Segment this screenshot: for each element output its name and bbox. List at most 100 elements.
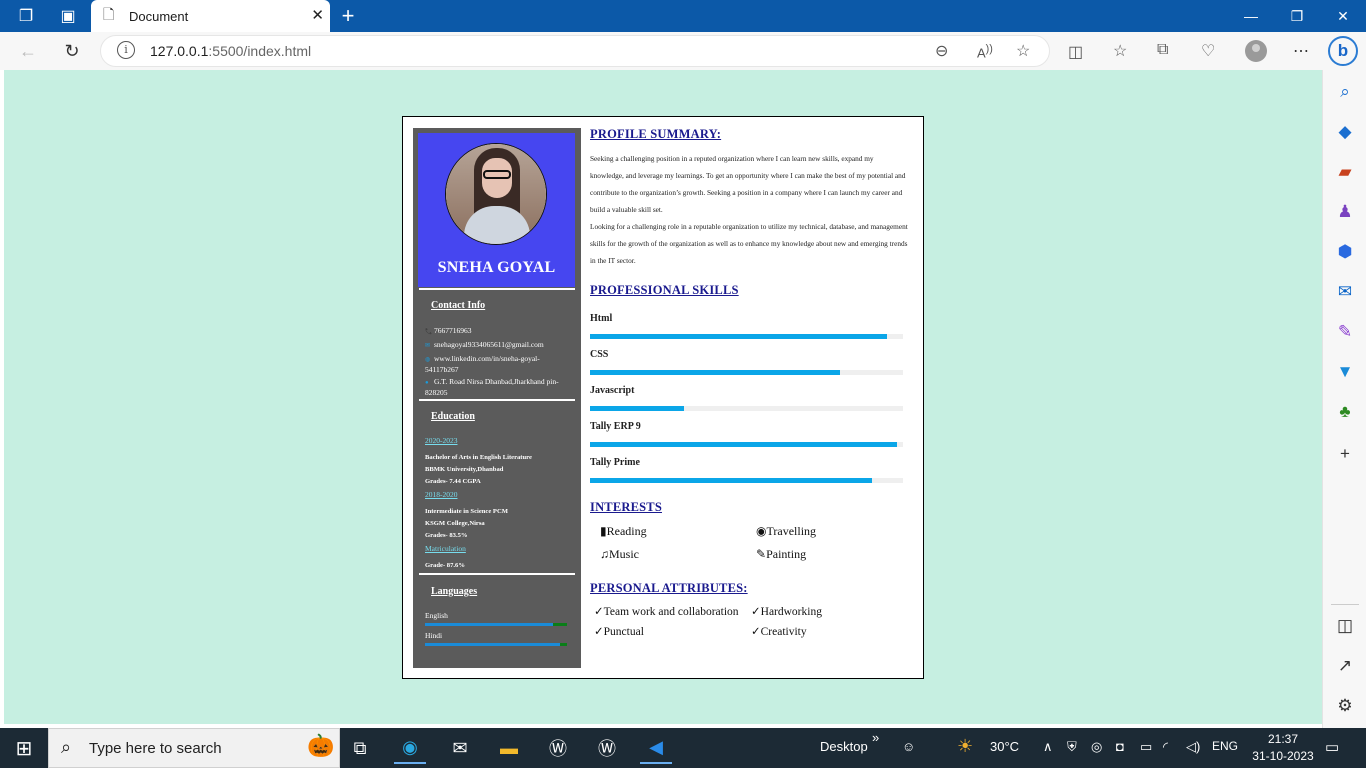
zoom-out-icon[interactable]: ⊖ — [935, 41, 948, 61]
interest-item: ▮Reading — [600, 524, 647, 538]
favorite-star-icon[interactable]: ☆ — [1016, 41, 1030, 61]
profile-header: SNEHA GOYAL — [418, 133, 575, 287]
split-screen-icon[interactable]: ◫ — [1068, 42, 1083, 62]
globe-icon: ◉ — [756, 524, 767, 538]
divider — [1331, 604, 1359, 605]
skill-name: Tally Prime — [590, 457, 640, 468]
url-text: 127.0.0.1:5500/index.html — [150, 43, 312, 59]
volume-icon[interactable]: ◁) — [1186, 739, 1200, 755]
wifi-icon[interactable]: ◜ — [1163, 739, 1168, 755]
tools-icon[interactable]: ▰ — [1333, 160, 1357, 184]
system-clock[interactable]: 21:37 31-10-2023 — [1248, 731, 1318, 765]
profile-photo — [445, 143, 547, 245]
taskbar-search[interactable]: ⌕ Type here to search 🎃 — [48, 728, 340, 768]
interest-item: ✎Painting — [756, 547, 807, 561]
desktop-label[interactable]: Desktop — [820, 739, 868, 754]
new-tab-button[interactable]: + — [336, 1, 360, 31]
mail-app-icon[interactable]: ✉ — [444, 732, 476, 764]
collections-icon[interactable]: ⧉ — [1157, 41, 1168, 59]
workspaces-icon[interactable]: ❐ — [10, 0, 42, 32]
pumpkin-icon: 🎃 — [307, 733, 335, 758]
phone-icon: 📞 — [425, 329, 433, 335]
people-icon[interactable]: ☺ — [902, 739, 915, 754]
back-arrow-icon[interactable]: ← — [13, 36, 43, 66]
resume-card: SNEHA GOYAL Contact Info 📞 7667716963 ✉ sn… — [402, 116, 924, 679]
site-info-icon[interactable]: i — [117, 41, 135, 59]
education-grade-3: Grade- 87.6% — [425, 562, 465, 569]
windows-start-icon[interactable]: ⊞ — [8, 732, 40, 764]
search-icon[interactable]: ⌕ — [1333, 80, 1357, 104]
wordpress-app-icon-2[interactable]: Ⓦ — [591, 732, 623, 764]
attribute-item: ✓Hardworking — [751, 606, 822, 618]
language-name: Hindi — [425, 631, 443, 640]
skill-bar — [590, 478, 903, 483]
more-menu-icon[interactable]: ⋯ — [1293, 41, 1309, 61]
read-aloud-icon[interactable]: A)) — [977, 43, 993, 60]
games-icon[interactable]: ♟ — [1333, 200, 1357, 224]
settings-gear-icon[interactable]: ⚙ — [1333, 694, 1357, 718]
tab-actions-icon[interactable]: ▣ — [52, 0, 84, 32]
chevron-icon[interactable]: » — [872, 730, 879, 745]
tab-title: Document — [129, 8, 189, 24]
battery-icon[interactable]: ▭ — [1140, 739, 1152, 755]
close-window-button[interactable]: ✕ — [1320, 0, 1366, 32]
shopping-tag-icon[interactable]: ◆ — [1333, 120, 1357, 144]
hide-sidebar-icon[interactable]: ◫ — [1333, 614, 1357, 638]
temperature[interactable]: 30°C — [990, 739, 1019, 754]
skill-bar — [590, 334, 903, 339]
refresh-icon[interactable]: ↻ — [57, 36, 87, 66]
address-bar[interactable]: i 127.0.0.1:5500/index.html ⊖ A)) ☆ — [100, 35, 1050, 67]
education-years-2[interactable]: 2018-2020 — [425, 490, 458, 499]
external-link-icon[interactable]: ↗ — [1333, 654, 1357, 678]
tree-icon[interactable]: ♣ — [1333, 400, 1357, 424]
profile-avatar[interactable] — [1245, 40, 1267, 62]
education-years-1[interactable]: 2020-2023 — [425, 436, 458, 445]
contact-address: ● G.T. Road Nirsa Dhanbad,Jharkhand pin-8… — [425, 377, 559, 397]
education-grade-1: Grades- 7.44 CGPA — [425, 478, 481, 485]
language-indicator[interactable]: ENG — [1212, 739, 1238, 753]
vscode-app-icon[interactable]: ◀ — [640, 732, 672, 764]
favorites-icon[interactable]: ☆ — [1113, 41, 1127, 61]
edge-sidebar: ⌕ ◆ ▰ ♟ ⬢ ✉ ✎ ▼ ♣ + ◫ ↗ ⚙ — [1322, 70, 1366, 728]
add-icon[interactable]: + — [1333, 442, 1357, 466]
designer-icon[interactable]: ✎ — [1333, 320, 1357, 344]
show-hidden-icon[interactable]: ∧ — [1043, 739, 1053, 755]
profile-summary-text: Seeking a challenging position in a repu… — [590, 154, 908, 265]
notifications-icon[interactable]: ▭ — [1325, 738, 1339, 756]
education-heading: Education — [431, 411, 475, 422]
resume-left-panel: SNEHA GOYAL Contact Info 📞 7667716963 ✉ sn… — [413, 128, 581, 668]
close-tab-icon[interactable]: ✕ — [311, 6, 324, 24]
education-years-3[interactable]: Matriculation — [425, 544, 466, 553]
browser-tab-bar: ❐ ▣ 🗋 Document ✕ + — ❐ ✕ — [0, 0, 1366, 32]
divider — [419, 573, 575, 575]
discord-icon[interactable]: ◎ — [1091, 739, 1102, 755]
security-icon[interactable]: ⛨ — [1067, 739, 1077, 755]
page-icon: 🗋 — [103, 6, 115, 22]
page-viewport: SNEHA GOYAL Contact Info 📞 7667716963 ✉ sn… — [4, 70, 1322, 724]
outlook-icon[interactable]: ✉ — [1333, 280, 1357, 304]
bing-copilot-icon[interactable]: b — [1328, 36, 1358, 66]
minimize-button[interactable]: — — [1228, 0, 1274, 32]
contact-linkedin: ◍ www.linkedin.com/in/sneha-goyal-54117b2… — [425, 354, 540, 374]
drop-icon[interactable]: ▼ — [1333, 360, 1357, 384]
language-bar — [425, 623, 567, 626]
file-explorer-icon[interactable]: ▬ — [493, 732, 525, 764]
attribute-item: ✓Team work and collaboration — [594, 606, 739, 618]
camera-icon[interactable]: ◘ — [1116, 739, 1124, 754]
interest-item: ◉Travelling — [756, 524, 817, 538]
wordpress-app-icon[interactable]: Ⓦ — [542, 732, 574, 764]
windows-taskbar: ⊞ ⌕ Type here to search 🎃 ⧉ ◉ ✉ ▬ Ⓦ Ⓦ ◀ … — [0, 728, 1366, 768]
restore-button[interactable]: ❐ — [1274, 0, 1320, 32]
edge-app-icon[interactable]: ◉ — [394, 732, 426, 764]
search-placeholder: Type here to search — [89, 740, 222, 757]
microsoft-365-icon[interactable]: ⬢ — [1333, 240, 1357, 264]
task-view-icon[interactable]: ⧉ — [344, 732, 376, 764]
skill-name: Html — [590, 313, 613, 324]
check-circle-icon: ✓ — [594, 606, 604, 618]
check-circle-icon: ✓ — [751, 606, 761, 618]
tab-document[interactable]: 🗋 Document ✕ — [91, 0, 330, 32]
browser-essentials-icon[interactable]: ♡ — [1201, 41, 1215, 61]
weather-icon[interactable]: ☀ — [957, 736, 973, 757]
skill-bar — [590, 370, 903, 375]
skill-bar — [590, 406, 903, 411]
